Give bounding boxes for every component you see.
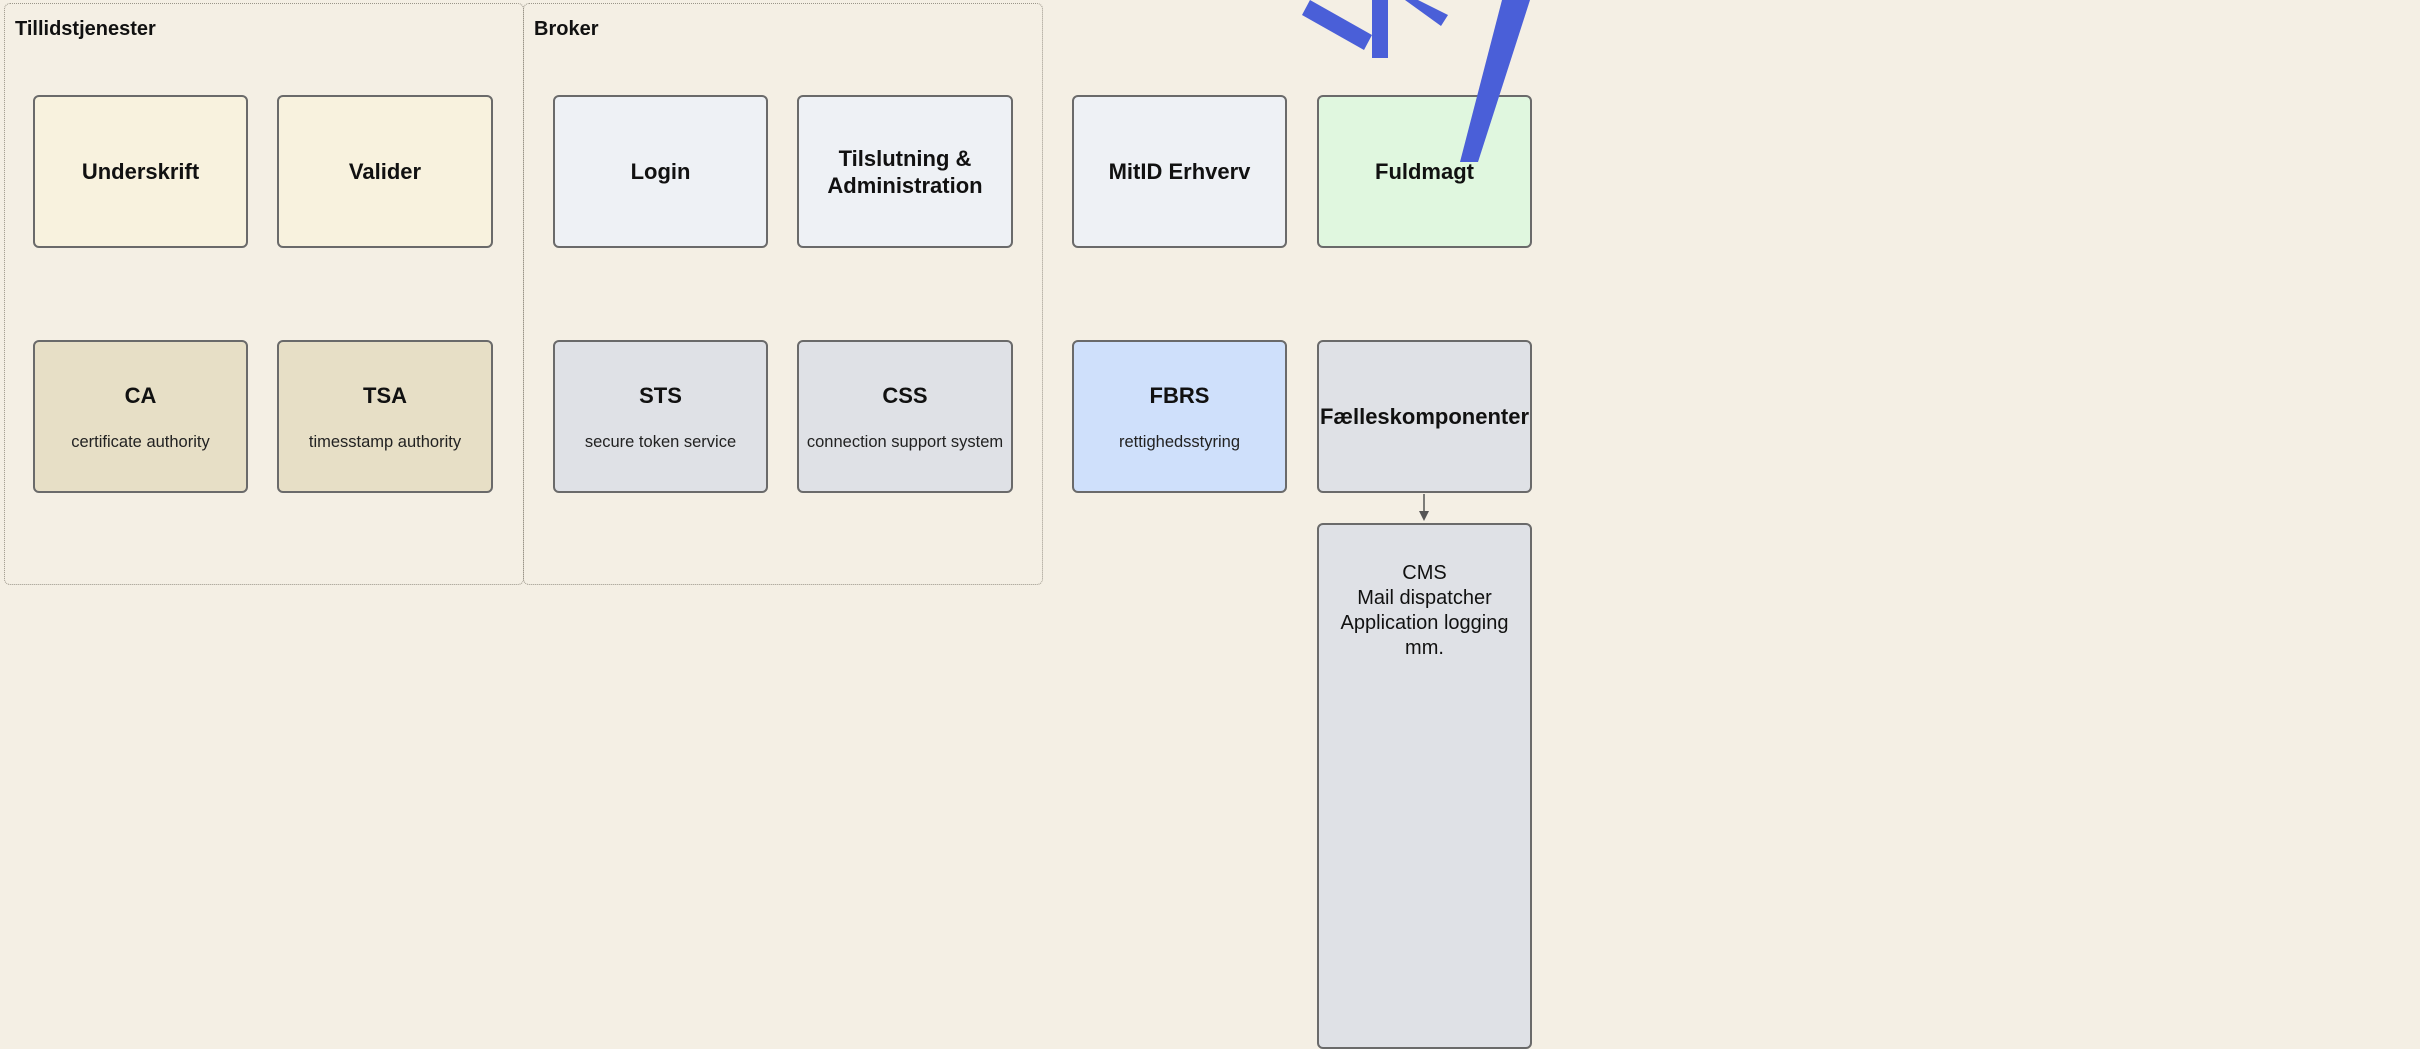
handwritten-mark bbox=[1302, 0, 1530, 162]
arrow-faelles-to-cms bbox=[1419, 494, 1429, 521]
overlay-layer bbox=[1302, 0, 1530, 521]
